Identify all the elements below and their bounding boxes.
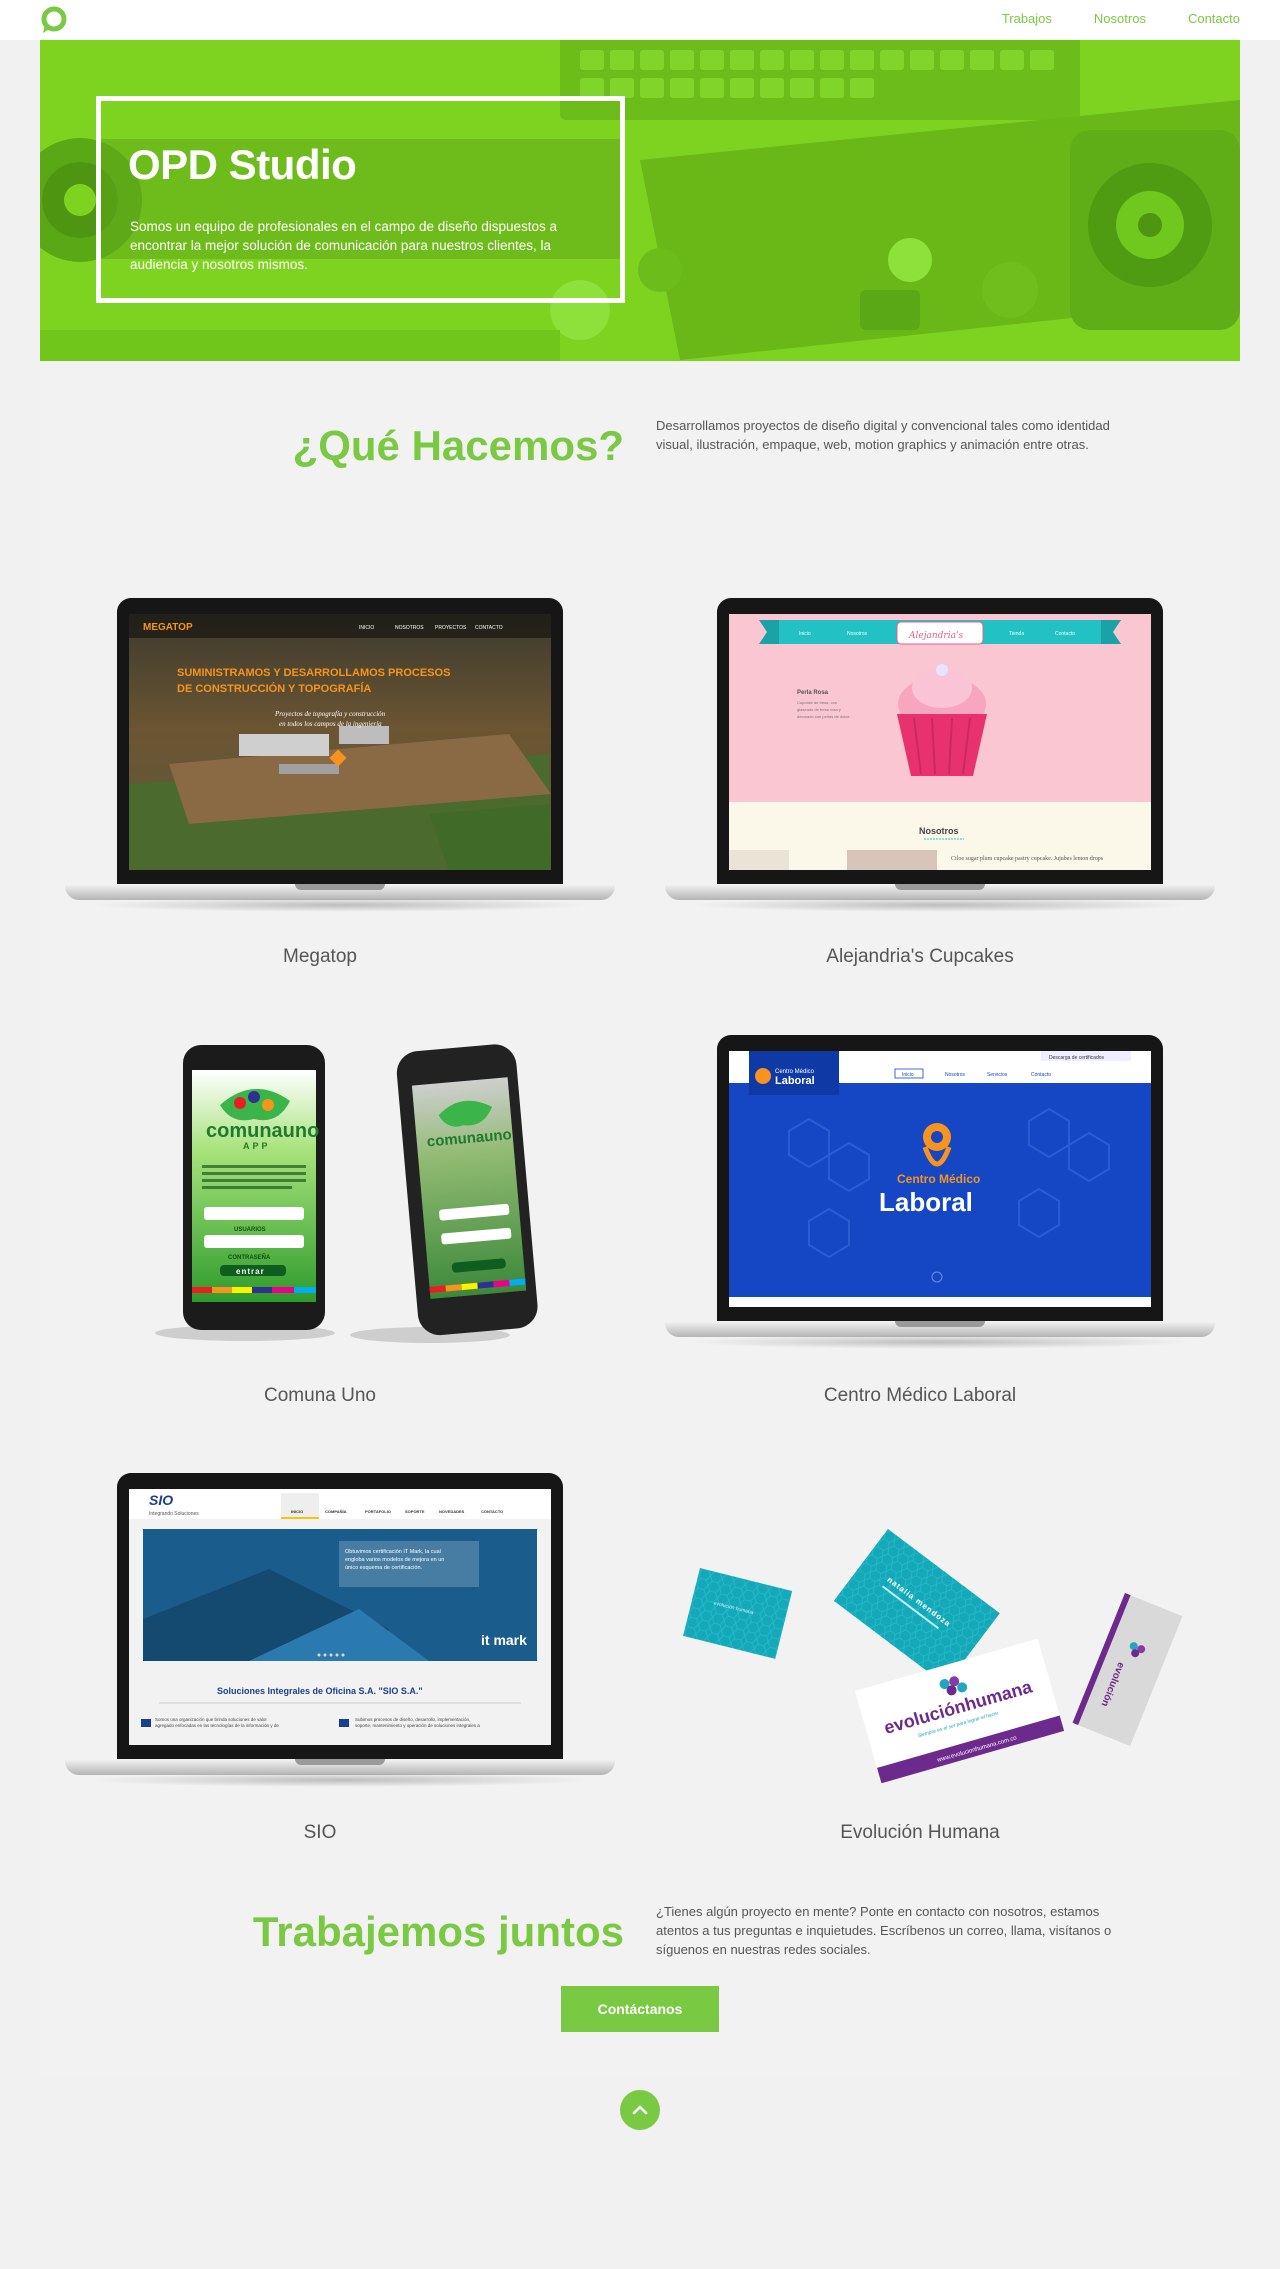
svg-text:Somos una organización que bri: Somos una organización que brinda soluci…	[155, 1717, 267, 1722]
svg-text:Servicios: Servicios	[987, 1072, 1008, 1078]
svg-text:Contacto: Contacto	[1031, 1072, 1051, 1078]
svg-text:Nosotros: Nosotros	[919, 826, 959, 836]
phones-mockup: comunauno APP USUARIOS CONTRASEÑA entrar…	[155, 1044, 538, 1343]
svg-text:USUARIOS: USUARIOS	[234, 1227, 266, 1233]
svg-text:APP: APP	[243, 1141, 271, 1151]
svg-text:SIO: SIO	[149, 1492, 173, 1508]
cupcakes-screenshot: Inicio Nosotros Tienda Contacto Alejandr…	[729, 614, 1151, 870]
section-text-trabajemos: ¿Tienes algún proyecto en mente? Ponte e…	[656, 1904, 1112, 1957]
laptop-mockup: SIO Integrando Soluciones INICIO COMPAÑÍ…	[65, 1473, 615, 1803]
footer	[0, 2074, 1280, 2269]
portfolio-caption: SIO	[303, 1822, 337, 1843]
hero-description: Somos un equipo de profesionales en el c…	[130, 219, 558, 272]
svg-text:agregado enfocadas en las tecn: agregado enfocadas en las tecnologías de…	[155, 1723, 279, 1728]
svg-text:Nosotros: Nosotros	[945, 1072, 966, 1078]
svg-text:Centro Médico: Centro Médico	[897, 1172, 980, 1186]
section-text-que-hacemos: Desarrollamos proyectos de diseño digita…	[656, 418, 1110, 452]
svg-text:Subimos procesos de diseño, de: Subimos procesos de diseño, desarrollo, …	[355, 1717, 470, 1722]
svg-text:decorado con perlas de dulce.: decorado con perlas de dulce.	[797, 714, 851, 719]
svg-text:COMPAÑÍA: COMPAÑÍA	[325, 1509, 347, 1514]
svg-text:en todos los campos de la inge: en todos los campos de la ingeniería	[279, 720, 382, 728]
svg-text:it mark: it mark	[481, 1632, 527, 1648]
svg-text:Tienda: Tienda	[1009, 631, 1024, 637]
megatop-screenshot: MEGATOP INICIO NOSOTROS PROYECTOS CONTAC…	[129, 614, 551, 870]
megatop-headline-2: DE CONSTRUCCIÓN Y TOPOGRAFÍA	[177, 682, 371, 695]
hero-banner: OPD Studio Somos un equipo de profesiona…	[40, 40, 1240, 361]
section-title-que-hacemos: ¿Qué Hacemos?	[292, 422, 624, 469]
portfolio-caption: Centro Médico Laboral	[823, 1385, 1017, 1406]
svg-text:NOVEDADES: NOVEDADES	[439, 1509, 465, 1514]
svg-text:Laboral: Laboral	[879, 1187, 973, 1217]
svg-text:INICIO: INICIO	[359, 625, 374, 631]
svg-text:Nosotros: Nosotros	[847, 631, 868, 637]
hero-title: OPD Studio	[128, 141, 357, 188]
svg-text:PORTAFOLIO: PORTAFOLIO	[365, 1509, 391, 1514]
svg-text:Ciloe sugar plum cupcake pastr: Ciloe sugar plum cupcake pastry cupcake.…	[951, 856, 1104, 862]
svg-text:único esquema de certificación: único esquema de certificación.	[345, 1565, 423, 1571]
svg-text:Laboral: Laboral	[775, 1075, 815, 1087]
nav-link-nosotros[interactable]: Nosotros	[1094, 11, 1146, 26]
top-navbar: Trabajos Nosotros Contacto	[0, 0, 1280, 40]
centro-medico-screenshot: Centro Médico Laboral Descarga de certif…	[729, 1051, 1151, 1307]
portfolio-item-cupcakes[interactable]: Inicio Nosotros Tienda Contacto Alejandr…	[640, 598, 1215, 978]
svg-text:engloba varios modelos de mejo: engloba varios modelos de mejora en un	[345, 1557, 444, 1563]
portfolio-item-centro-medico[interactable]: Centro Médico Laboral Descarga de certif…	[640, 1035, 1215, 1415]
portfolio-item-megatop[interactable]: MEGATOP INICIO NOSOTROS PROYECTOS CONTAC…	[40, 598, 615, 978]
cupcakes-logo: Alejandria's	[908, 631, 963, 641]
svg-text:Obtuvimos certificación IT Mar: Obtuvimos certificación IT Mark, la cual	[345, 1549, 441, 1555]
portfolio-caption: Evolución Humana	[840, 1822, 1000, 1843]
svg-text:Descarga de certificados: Descarga de certificados	[1049, 1055, 1105, 1061]
svg-text:SOPORTE: SOPORTE	[405, 1509, 425, 1514]
contactanos-button[interactable]: Contáctanos	[561, 1986, 719, 2032]
svg-text:comunauno: comunauno	[206, 1120, 319, 1142]
svg-text:CONTACTO: CONTACTO	[475, 625, 503, 631]
svg-text:Proyectos de topografía y cons: Proyectos de topografía y construcción	[274, 710, 386, 718]
svg-text:INICIO: INICIO	[291, 1509, 303, 1514]
svg-text:NOSOTROS: NOSOTROS	[395, 625, 424, 631]
portfolio-item-evolucion-humana[interactable]: evolución humana natalia mendoza evoluci…	[640, 1473, 1200, 1853]
business-cards-mockup: evolución humana natalia mendoza evoluci…	[683, 1529, 1183, 1784]
svg-text:PROYECTOS: PROYECTOS	[435, 625, 467, 631]
o-logo-icon[interactable]	[40, 6, 68, 34]
svg-text:Inicio: Inicio	[799, 631, 811, 637]
hero-intro-box: OPD Studio Somos un equipo de profesiona…	[96, 96, 625, 303]
svg-text:entrar: entrar	[236, 1267, 265, 1276]
svg-text:Integrando Soluciones: Integrando Soluciones	[149, 1511, 199, 1517]
page-content: OPD Studio Somos un equipo de profesiona…	[40, 40, 1240, 2074]
nav-links: Trabajos Nosotros Contacto	[1002, 11, 1240, 26]
laptop-mockup: Centro Médico Laboral Descarga de certif…	[665, 1035, 1215, 1365]
svg-text:Perla Rosa: Perla Rosa	[797, 690, 829, 696]
svg-text:CONTRASEÑA: CONTRASEÑA	[228, 1254, 271, 1261]
nav-link-trabajos[interactable]: Trabajos	[1002, 11, 1052, 26]
chevron-up-icon	[632, 2105, 648, 2115]
svg-text:CONTACTO: CONTACTO	[481, 1509, 503, 1514]
megatop-headline-1: SUMINISTRAMOS Y DESARROLLAMOS PROCESOS	[177, 667, 450, 679]
nav-link-contacto[interactable]: Contacto	[1188, 11, 1240, 26]
portfolio-caption: Alejandria's Cupcakes	[826, 946, 1014, 967]
laptop-mockup: MEGATOP INICIO NOSOTROS PROYECTOS CONTAC…	[65, 598, 615, 928]
laptop-mockup: Inicio Nosotros Tienda Contacto Alejandr…	[665, 598, 1215, 928]
section-title-trabajemos: Trabajemos juntos	[252, 1908, 624, 1955]
scroll-top-button[interactable]	[620, 2090, 660, 2130]
svg-text:Inicio: Inicio	[902, 1072, 914, 1078]
sio-screenshot: SIO Integrando Soluciones INICIO COMPAÑÍ…	[129, 1489, 551, 1745]
portfolio-item-comuna-uno[interactable]: comunauno APP USUARIOS CONTRASEÑA entrar…	[40, 1035, 600, 1415]
megatop-logo: MEGATOP	[143, 622, 193, 633]
portfolio-item-sio[interactable]: SIO Integrando Soluciones INICIO COMPAÑÍ…	[40, 1473, 615, 1853]
svg-text:Contacto: Contacto	[1055, 631, 1075, 637]
svg-text:Soluciones Integrales de Ofici: Soluciones Integrales de Oficina S.A. "S…	[217, 1686, 423, 1696]
portfolio-caption: Megatop	[283, 946, 357, 967]
svg-text:Cupcake de fresa, con: Cupcake de fresa, con	[797, 700, 837, 705]
portfolio-caption: Comuna Uno	[264, 1385, 376, 1406]
svg-text:soporte, mantenimiento y opera: soporte, mantenimiento y operación de so…	[355, 1723, 480, 1728]
svg-text:glaseado de fresa rosa y: glaseado de fresa rosa y	[797, 707, 841, 712]
